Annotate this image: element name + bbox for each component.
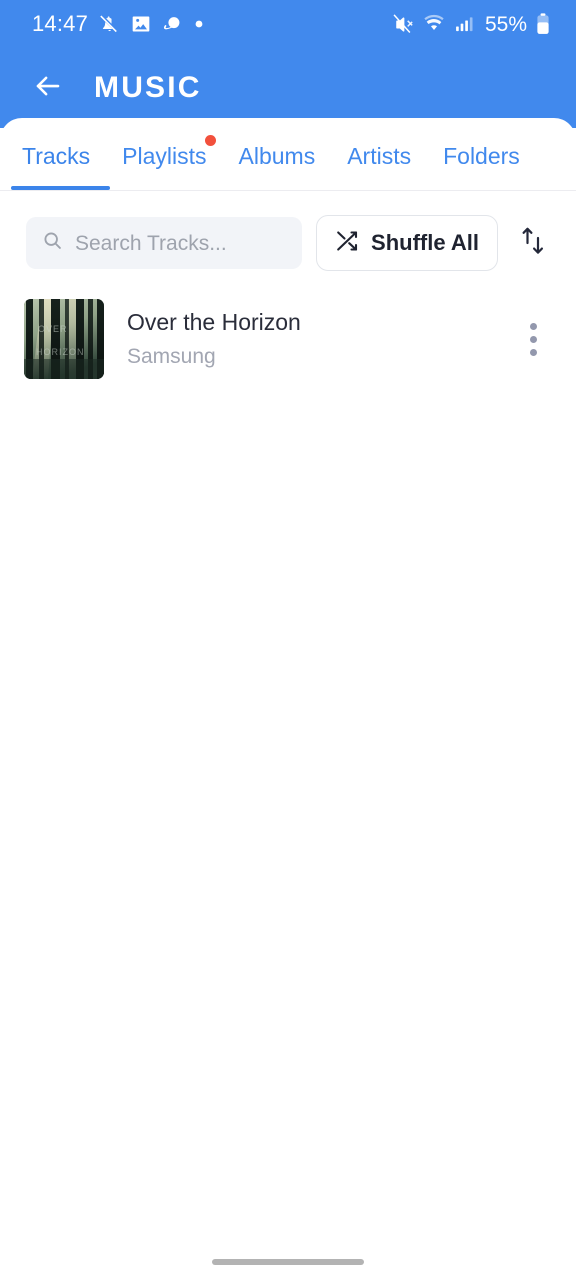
sort-button[interactable] (512, 219, 554, 267)
sort-arrows-icon (520, 226, 546, 261)
track-info: Over the Horizon Samsung (104, 309, 510, 370)
page-title: MUSIC (94, 71, 202, 104)
track-artist: Samsung (127, 345, 216, 369)
track-list: OVER HORIZON Over the Horizon Samsung (0, 271, 576, 385)
status-bar: 14:47 55% (0, 0, 576, 48)
home-indicator[interactable] (212, 1259, 364, 1265)
track-list-item[interactable]: OVER HORIZON Over the Horizon Samsung (0, 293, 576, 385)
search-placeholder-text: Search Tracks... (75, 232, 227, 254)
svg-text:OVER: OVER (38, 324, 68, 334)
controls-row: Search Tracks... Shuffle All (0, 191, 576, 271)
tab-artists[interactable]: Artists (347, 141, 411, 168)
active-tab-indicator (11, 186, 110, 190)
album-artwork: OVER HORIZON (24, 299, 104, 379)
back-button[interactable] (26, 66, 70, 110)
search-input[interactable]: Search Tracks... (26, 217, 303, 269)
volume-muted-icon (393, 13, 414, 35)
tab-albums[interactable]: Albums (239, 141, 316, 168)
playlists-badge-dot-icon (204, 134, 216, 146)
tab-tracks-label: Tracks (22, 142, 91, 169)
alarm-muted-icon (99, 14, 120, 35)
tab-albums-label: Albums (238, 142, 316, 169)
more-vertical-icon-dot (529, 348, 537, 356)
shuffle-all-label: Shuffle All (371, 230, 479, 255)
content-sheet: Tracks Playlists Albums Artists Folders (0, 118, 576, 1280)
app-header: 14:47 55% MUSIC (0, 0, 576, 128)
track-title: Over the Horizon (127, 308, 301, 335)
tab-artists-label: Artists (347, 142, 412, 169)
app-bar: MUSIC (0, 48, 576, 128)
shuffle-all-button[interactable]: Shuffle All (316, 215, 498, 271)
more-vertical-icon-dot (529, 322, 537, 330)
track-overflow-menu-button[interactable] (510, 308, 556, 370)
status-bar-left: 14:47 (32, 13, 203, 35)
wifi-icon (423, 13, 445, 35)
tab-folders[interactable]: Folders (443, 141, 520, 168)
forest-light-rays-album-art: OVER HORIZON (24, 299, 104, 379)
tab-bar: Tracks Playlists Albums Artists Folders (0, 118, 576, 190)
tab-folders-label: Folders (443, 142, 520, 169)
arrow-left-icon (33, 71, 63, 106)
cellular-signal-icon (454, 14, 474, 34)
tab-playlists-label: Playlists (122, 142, 207, 169)
shuffle-icon (335, 229, 359, 258)
battery-icon (536, 13, 550, 35)
more-vertical-icon-dot (529, 335, 537, 343)
svg-text:HORIZON: HORIZON (36, 347, 85, 357)
battery-percent-label: 55% (484, 12, 527, 36)
tab-tracks[interactable]: Tracks (22, 141, 90, 168)
phone-screen: 14:47 55% MUSIC Tracks Playlists Albums … (0, 0, 576, 1280)
tab-playlists[interactable]: Playlists (122, 134, 216, 169)
search-icon (42, 230, 63, 256)
more-notifications-dot-icon (195, 20, 203, 28)
status-clock: 14:47 (32, 11, 89, 36)
status-bar-right: 55% (393, 13, 550, 35)
saturn-planet-icon (162, 13, 184, 35)
gallery-image-icon (131, 14, 151, 34)
